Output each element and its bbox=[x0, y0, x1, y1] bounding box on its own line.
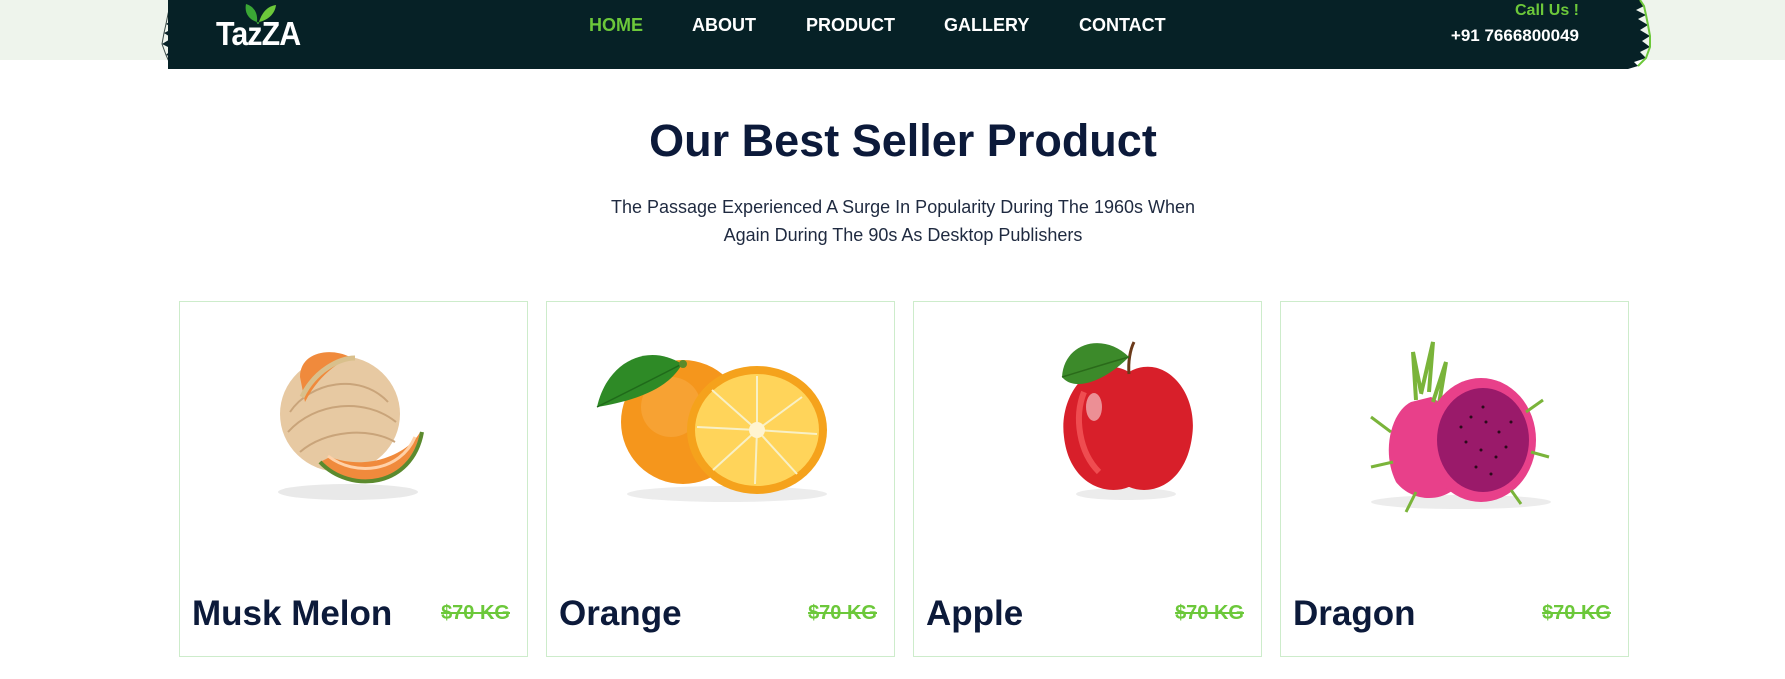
product-name: Dragon bbox=[1293, 594, 1416, 633]
section-description-line-1: The Passage Experienced A Surge In Popul… bbox=[610, 197, 1196, 217]
product-card-apple[interactable]: Apple $70 KG bbox=[913, 301, 1262, 657]
dragon-fruit-image bbox=[1370, 341, 1551, 513]
call-us-label: Call Us ! bbox=[1514, 2, 1579, 19]
main-navbar bbox=[168, 0, 1628, 69]
nav-link-product[interactable]: PRODUCT bbox=[806, 15, 895, 36]
brand-logo[interactable]: TazZA bbox=[216, 2, 326, 52]
product-price: $70 KG bbox=[808, 602, 877, 624]
brand-name: TazZA bbox=[216, 15, 301, 52]
nav-link-about[interactable]: ABOUT bbox=[692, 15, 756, 36]
product-card-dragon[interactable]: Dragon $70 KG bbox=[1280, 301, 1629, 657]
phone-number-link[interactable]: +91 7666800049 bbox=[1440, 26, 1579, 46]
section-description-line-2: Again During The 90s As Desktop Publishe… bbox=[723, 225, 1083, 245]
product-name: Musk Melon bbox=[192, 594, 393, 633]
musk-melon-image bbox=[278, 352, 424, 500]
nav-link-contact[interactable]: CONTACT bbox=[1079, 15, 1166, 36]
nav-link-gallery[interactable]: GALLERY bbox=[944, 15, 1029, 36]
product-card-musk-melon[interactable]: Musk Melon $70 KG bbox=[179, 301, 528, 657]
section-title: Our Best Seller Product bbox=[649, 115, 1157, 166]
product-price: $70 KG bbox=[1175, 602, 1244, 624]
product-name: Apple bbox=[926, 594, 1024, 633]
product-price: $70 KG bbox=[441, 602, 510, 624]
product-name: Orange bbox=[559, 594, 682, 633]
nav-link-home[interactable]: HOME bbox=[589, 15, 643, 36]
product-card-orange[interactable]: Orange $70 KG bbox=[546, 301, 895, 657]
product-price: $70 KG bbox=[1542, 602, 1611, 624]
section-description: The Passage Experienced A Surge In Popul… bbox=[603, 193, 1203, 249]
apple-image bbox=[1061, 341, 1193, 500]
orange-image bbox=[596, 355, 827, 502]
